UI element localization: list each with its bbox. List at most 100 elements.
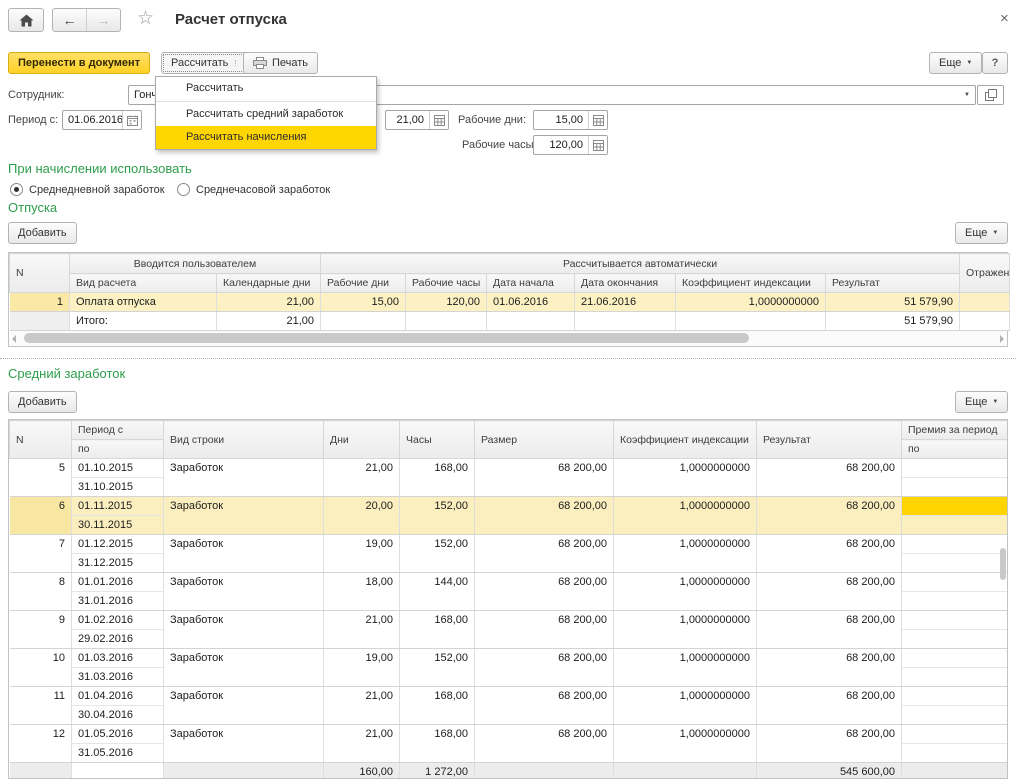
cell-index-coef[interactable] bbox=[614, 763, 757, 779]
cell-index-coef[interactable]: 1,0000000000 bbox=[614, 687, 757, 725]
cell-line[interactable]: 21,00 bbox=[324, 459, 399, 477]
cell-days[interactable]: 21,00 bbox=[324, 687, 400, 725]
cell-n[interactable] bbox=[10, 763, 72, 779]
average-row[interactable]: 701.12.201531.12.2015Заработок19,00152,0… bbox=[10, 535, 1009, 573]
cell-line[interactable]: 68 200,00 bbox=[475, 459, 613, 477]
column-header-period-to[interactable]: по bbox=[72, 440, 164, 459]
cell-index-coef[interactable]: 1,0000000000 bbox=[614, 611, 757, 649]
cell-line[interactable]: 01.11.2015 bbox=[72, 497, 163, 516]
cell-period[interactable]: 01.03.201631.03.2016 bbox=[72, 649, 164, 687]
cell-line[interactable]: 1,0000000000 bbox=[614, 459, 756, 477]
cell-line[interactable]: 68 200,00 bbox=[475, 611, 613, 629]
work-hours-field[interactable]: 120,00 bbox=[533, 135, 608, 155]
column-header-date-end[interactable]: Дата окончания bbox=[575, 274, 676, 293]
column-header-date-start[interactable]: Дата начала bbox=[487, 274, 575, 293]
cell-total-label[interactable]: Итого: bbox=[70, 312, 217, 331]
favorite-star-icon[interactable]: ☆ bbox=[137, 9, 154, 28]
cell-line[interactable]: 1,0000000000 bbox=[614, 649, 756, 667]
cell-line[interactable]: Заработок bbox=[164, 725, 323, 743]
cell-period[interactable]: 01.02.201629.02.2016 bbox=[72, 611, 164, 649]
cell-line[interactable]: 19,00 bbox=[324, 649, 399, 667]
column-header-days[interactable]: Дни bbox=[324, 421, 400, 459]
forward-button[interactable]: → bbox=[86, 9, 120, 31]
cell-amount[interactable]: 68 200,00 bbox=[475, 687, 614, 725]
cell-amount[interactable]: 68 200,00 bbox=[475, 535, 614, 573]
cell-bonus[interactable] bbox=[902, 649, 1009, 687]
cell-line[interactable]: Заработок bbox=[164, 573, 323, 591]
cell-line[interactable]: 12 bbox=[10, 725, 72, 743]
print-button[interactable]: Печать bbox=[243, 52, 318, 74]
cell-index-coef[interactable]: 1,0000000000 bbox=[676, 293, 826, 312]
cell-period[interactable]: 01.10.201531.10.2015 bbox=[72, 459, 164, 497]
cell-amount[interactable]: 68 200,00 bbox=[475, 573, 614, 611]
cell-total-result[interactable]: 545 600,00 bbox=[757, 763, 902, 779]
period-from-field[interactable]: 01.06.2016 bbox=[62, 110, 142, 130]
calendar-days-value[interactable]: 21,00 bbox=[386, 111, 429, 129]
cell-result[interactable]: 68 200,00 bbox=[757, 611, 902, 649]
cell-line[interactable]: 68 200,00 bbox=[475, 535, 613, 553]
cell-period[interactable]: 01.01.201631.01.2016 bbox=[72, 573, 164, 611]
cell-n[interactable]: 8 bbox=[10, 573, 72, 611]
cell-row-type[interactable] bbox=[164, 763, 324, 779]
cell-line[interactable]: 6 bbox=[10, 497, 72, 515]
cell-total-days[interactable]: 160,00 bbox=[324, 763, 400, 779]
cell-line[interactable]: 144,00 bbox=[400, 573, 474, 591]
cell-line[interactable] bbox=[902, 478, 1008, 496]
cell-line[interactable]: 152,00 bbox=[400, 497, 474, 515]
cell[interactable] bbox=[960, 312, 1010, 331]
cell-row-type[interactable]: Заработок bbox=[164, 535, 324, 573]
cell-total-result[interactable]: 51 579,90 bbox=[826, 312, 960, 331]
cell-days[interactable]: 21,00 bbox=[324, 725, 400, 763]
cell-total-calendar-days[interactable]: 21,00 bbox=[217, 312, 321, 331]
cell-line[interactable]: 31.10.2015 bbox=[72, 478, 163, 496]
cell-line[interactable] bbox=[902, 706, 1008, 724]
cell-line[interactable]: 68 200,00 bbox=[475, 687, 613, 705]
cell-line[interactable] bbox=[902, 611, 1008, 630]
cell-bonus[interactable] bbox=[902, 497, 1009, 535]
cell-n[interactable]: 11 bbox=[10, 687, 72, 725]
cell-hours[interactable]: 152,00 bbox=[400, 497, 475, 535]
cell-line[interactable]: 168,00 bbox=[400, 687, 474, 705]
column-header-n[interactable]: N bbox=[10, 254, 70, 293]
calculator-icon[interactable] bbox=[429, 111, 448, 129]
radio-average-hourly[interactable] bbox=[177, 183, 190, 196]
cell-line[interactable]: 01.02.2016 bbox=[72, 611, 163, 630]
cell-n[interactable]: 1 bbox=[10, 293, 70, 312]
cell-line[interactable]: 1,0000000000 bbox=[614, 535, 756, 553]
cell-index-coef[interactable]: 1,0000000000 bbox=[614, 573, 757, 611]
cell-line[interactable]: 20,00 bbox=[324, 497, 399, 515]
radio-average-hourly-label[interactable]: Среднечасовой заработок bbox=[196, 184, 330, 196]
cell-line[interactable]: Заработок bbox=[164, 611, 323, 629]
cell-days[interactable]: 21,00 bbox=[324, 459, 400, 497]
cell-n[interactable]: 10 bbox=[10, 649, 72, 687]
cell-reflected[interactable] bbox=[960, 293, 1010, 312]
cell-line[interactable] bbox=[902, 573, 1008, 592]
cell-line[interactable] bbox=[902, 630, 1008, 648]
cell-line[interactable]: 10 bbox=[10, 649, 72, 667]
cell-line[interactable]: 21,00 bbox=[324, 725, 399, 743]
cell-line[interactable]: 31.01.2016 bbox=[72, 592, 163, 610]
period-from-value[interactable]: 01.06.2016 bbox=[63, 111, 122, 129]
cell-bonus[interactable] bbox=[902, 687, 1009, 725]
cell-line[interactable]: 31.05.2016 bbox=[72, 744, 163, 762]
cell-line[interactable] bbox=[902, 668, 1008, 686]
cell-days[interactable]: 21,00 bbox=[324, 611, 400, 649]
cell-line[interactable]: 160,00 bbox=[324, 763, 399, 779]
transfer-to-document-button[interactable]: Перенести в документ bbox=[8, 52, 150, 74]
column-header-row-type[interactable]: Вид строки bbox=[164, 421, 324, 459]
cell-line[interactable]: 68 200,00 bbox=[757, 611, 901, 629]
horizontal-scrollbar[interactable] bbox=[9, 331, 1007, 346]
cell-line[interactable] bbox=[902, 744, 1008, 762]
cell-line[interactable]: 1 272,00 bbox=[400, 763, 474, 779]
cell-line[interactable]: 68 200,00 bbox=[475, 497, 613, 515]
cell-line[interactable]: 01.03.2016 bbox=[72, 649, 163, 668]
cell-line[interactable]: Заработок bbox=[164, 459, 323, 477]
column-header-hours[interactable]: Часы bbox=[400, 421, 475, 459]
cell-row-type[interactable]: Заработок bbox=[164, 725, 324, 763]
cell-line[interactable]: 68 200,00 bbox=[757, 725, 901, 743]
cell-period[interactable] bbox=[72, 763, 164, 779]
cell-row-type[interactable]: Заработок bbox=[164, 611, 324, 649]
cell-days[interactable]: 18,00 bbox=[324, 573, 400, 611]
group-header-auto-calculated[interactable]: Рассчитывается автоматически bbox=[321, 254, 960, 274]
cell-index-coef[interactable]: 1,0000000000 bbox=[614, 497, 757, 535]
